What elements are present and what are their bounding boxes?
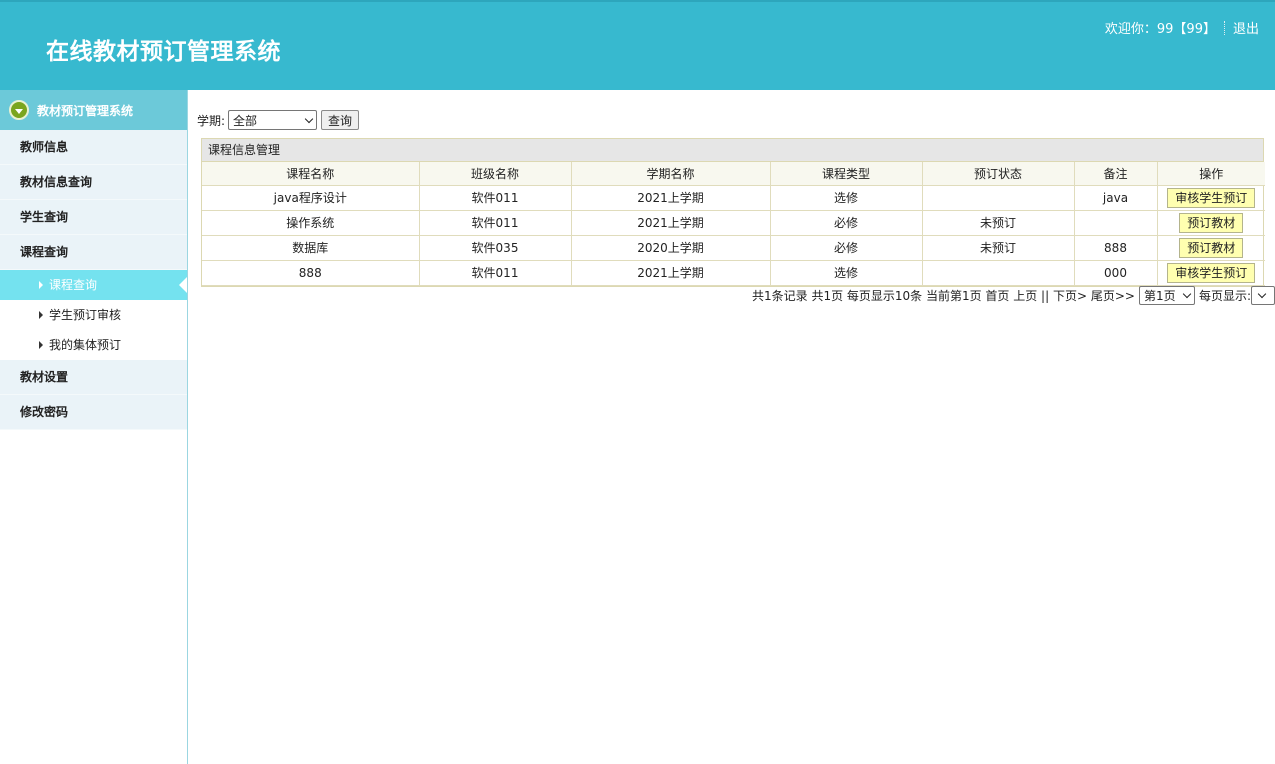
cell-semester: 2021上学期 [570,259,771,286]
welcome-text: 欢迎你：99【99】 [1104,22,1216,37]
cell-course: 888 [202,259,420,286]
cell-action: 审核学生预订 [1156,259,1265,286]
submenu: 课程查询 学生预订审核 我的集体预订 [0,270,187,360]
main-content: 学期: 全部 查询 课程信息管理 课程名称 班级名称 学期名称 课程类型 预订状… [188,90,1275,764]
app-title: 在线教材预订管理系统 [46,39,281,65]
triangle-right-icon [39,341,43,349]
cell-status [921,259,1075,286]
subitem-label: 学生预订审核 [49,308,122,322]
logout-link[interactable]: 退出 [1233,18,1259,37]
subitem-label: 我的集体预订 [49,338,122,352]
column-header: 学期名称 [570,162,771,186]
cell-note: 000 [1073,259,1158,286]
cell-class: 软件011 [418,259,572,286]
review-student-order-button[interactable]: 审核学生预订 [1167,262,1256,283]
cell-semester: 2020上学期 [570,234,771,261]
table-row: 操作系统 软件011 2021上学期 必修 未预订 预订教材 [202,209,1265,236]
cell-action: 预订教材 [1156,234,1265,261]
column-header: 预订状态 [921,162,1075,186]
triangle-right-icon [39,311,43,319]
semester-select-value: 全部 [233,113,258,128]
cell-action: 预订教材 [1156,209,1265,236]
cell-type: 必修 [769,209,923,236]
user-box: 欢迎你：99【99】 退出 [1105,18,1259,37]
page-select-value: 第1页 [1143,289,1176,303]
sidebar: 教材预订管理系统 教师信息 教材信息查询 学生查询 课程查询 课程查询 学生预订… [0,90,188,764]
order-textbook-button[interactable]: 预订教材 [1179,212,1244,233]
column-header: 备注 [1073,162,1158,186]
pagination-summary: 共1条记录 共1页 每页显示10条 当前第1页 首页 上页 || 下页> 尾页>… [752,289,1135,303]
sidebar-item-change-password[interactable]: 修改密码 [0,395,187,430]
cell-status: 未预订 [921,209,1075,236]
table-header-row: 课程名称 班级名称 学期名称 课程类型 预订状态 备注 操作 [202,162,1265,186]
collapse-toggle-icon[interactable] [9,100,29,120]
chevron-down-icon [1182,289,1192,299]
sidebar-item-textbook-query[interactable]: 教材信息查询 [0,165,187,200]
semester-label: 学期: [197,113,226,128]
menu-group-top: 教师信息 教材信息查询 学生查询 课程查询 [0,130,187,270]
cell-note [1073,209,1158,236]
cell-status: 未预订 [921,234,1075,261]
cell-type: 选修 [769,184,923,211]
cell-semester: 2021上学期 [570,209,771,236]
course-table: 课程名称 班级名称 学期名称 课程类型 预订状态 备注 操作 java程序设计 … [202,162,1265,286]
cell-semester: 2021上学期 [570,184,771,211]
cell-action: 审核学生预订 [1156,184,1265,211]
course-panel: 课程信息管理 课程名称 班级名称 学期名称 课程类型 预订状态 备注 操作 ja… [201,138,1265,287]
cell-course: 操作系统 [202,209,420,236]
cell-note: java [1073,184,1158,211]
pagination: 共1条记录 共1页 每页显示10条 当前第1页 首页 上页 || 下页> 尾页>… [752,286,1275,305]
chevron-down-icon [304,114,314,123]
sidebar-item-textbook-settings[interactable]: 教材设置 [0,360,187,395]
order-textbook-button[interactable]: 预订教材 [1179,237,1244,258]
sidebar-item-teacher-info[interactable]: 教师信息 [0,130,187,165]
table-row: 数据库 软件035 2020上学期 必修 未预订 888 预订教材 [202,234,1265,261]
cell-class: 软件011 [418,184,572,211]
query-button[interactable]: 查询 [321,110,360,130]
chevron-down-icon [1257,289,1267,299]
cell-class: 软件035 [418,234,572,261]
sidebar-item-student-query[interactable]: 学生查询 [0,200,187,235]
cell-class: 软件011 [418,209,572,236]
divider [1223,20,1225,35]
filter-bar: 学期: 全部 查询 [197,110,360,130]
page-select[interactable]: 第1页 [1138,286,1195,305]
semester-select[interactable]: 全部 [228,110,318,130]
review-student-order-button[interactable]: 审核学生预订 [1167,187,1256,208]
subitem-student-order-review[interactable]: 学生预订审核 [0,300,187,330]
subitem-label: 课程查询 [49,278,98,292]
subitem-course-query[interactable]: 课程查询 [0,270,187,300]
column-header: 操作 [1156,162,1265,186]
cell-note: 888 [1073,234,1158,261]
table-row: java程序设计 软件011 2021上学期 选修 java 审核学生预订 [202,184,1265,211]
cell-type: 选修 [769,259,923,286]
top-header: 在线教材预订管理系统 欢迎你：99【99】 退出 [0,0,1275,90]
sidebar-item-course-query[interactable]: 课程查询 [0,235,187,270]
column-header: 班级名称 [418,162,572,186]
per-page-label: 每页显示: [1198,289,1251,303]
column-header: 课程类型 [769,162,923,186]
cell-course: 数据库 [202,234,420,261]
sidebar-header-label: 教材预订管理系统 [37,103,134,118]
cell-course: java程序设计 [202,184,420,211]
column-header: 课程名称 [202,162,420,186]
subitem-my-group-order[interactable]: 我的集体预订 [0,330,187,360]
triangle-right-icon [39,281,43,289]
per-page-select[interactable] [1251,286,1275,305]
cell-status [921,184,1075,211]
menu-group-bottom: 教材设置 修改密码 [0,360,187,430]
panel-title: 课程信息管理 [202,139,1263,162]
sidebar-header[interactable]: 教材预订管理系统 [0,90,187,130]
table-row: 888 软件011 2021上学期 选修 000 审核学生预订 [202,259,1265,286]
cell-type: 必修 [769,234,923,261]
